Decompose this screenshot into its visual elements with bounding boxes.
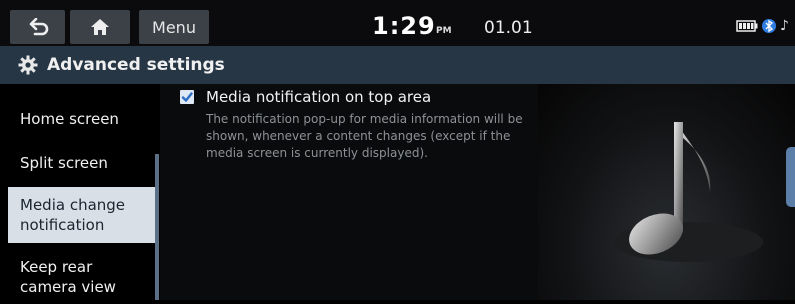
- music-note-icon: [613, 122, 763, 262]
- date-display: 01.01: [484, 18, 533, 38]
- home-button[interactable]: [70, 10, 130, 44]
- back-arrow-icon: [29, 18, 48, 36]
- sidebar-item-home-screen[interactable]: Home screen: [8, 104, 155, 134]
- bluetooth-icon: [762, 19, 776, 33]
- sidebar-item-split-screen[interactable]: Split screen: [8, 148, 155, 178]
- media-notification-checkbox[interactable]: [180, 90, 194, 104]
- checkmark-icon: [181, 92, 193, 102]
- menu-button[interactable]: Menu: [139, 10, 209, 44]
- sidebar-item-label: Home screen: [20, 110, 119, 128]
- sidebar: Home screen Split screen Media change no…: [0, 84, 160, 300]
- top-status-bar: Menu 1:29 PM 01.01 ♪: [0, 0, 795, 46]
- page-title: Advanced settings: [47, 55, 225, 75]
- sidebar-item-label: Media change notification: [20, 196, 126, 234]
- status-icons: ♪: [736, 18, 789, 34]
- sidebar-item-label: Keep rear camera view: [20, 258, 116, 296]
- sidebar-item-media-change-notification[interactable]: Media change notification: [8, 187, 155, 243]
- sidebar-item-label: Split screen: [20, 154, 108, 172]
- back-button[interactable]: [10, 10, 65, 44]
- home-icon: [91, 19, 109, 35]
- media-notification-option-description: The notification pop-up for media inform…: [206, 112, 523, 160]
- clock-time: 1:29: [372, 12, 436, 40]
- preview-image: [538, 84, 795, 300]
- sidebar-scrollbar[interactable]: [155, 154, 159, 300]
- side-panel-tab[interactable]: [786, 147, 795, 207]
- gear-icon: [18, 55, 38, 75]
- media-notification-option-label[interactable]: Media notification on top area: [206, 88, 431, 106]
- sidebar-item-keep-rear-camera-view[interactable]: Keep rear camera view: [8, 254, 155, 300]
- audio-icon: ♪: [780, 18, 789, 34]
- title-bar: Advanced settings: [0, 46, 795, 84]
- battery-icon: [736, 20, 758, 32]
- clock-ampm: PM: [436, 26, 452, 36]
